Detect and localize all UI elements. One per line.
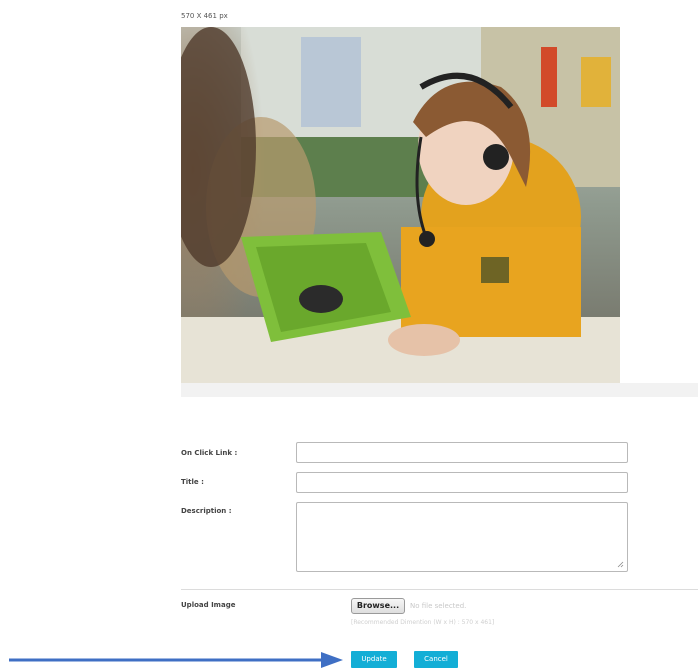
recommended-dimension-text: [Recommended Dimention (W x H) : 570 x 4… [351,619,495,626]
browse-button[interactable]: Browse... [351,598,405,614]
title-label: Title : [181,478,204,486]
resize-grip-icon[interactable] [617,561,624,568]
on-click-link-label: On Click Link : [181,449,238,457]
section-divider [181,589,698,590]
cancel-button[interactable]: Cancel [414,651,458,668]
upload-image-label: Upload Image [181,601,236,609]
description-textarea[interactable] [296,502,628,572]
update-button[interactable]: Update [351,651,397,668]
title-input[interactable] [296,472,628,493]
on-click-link-input[interactable] [296,442,628,463]
right-arrow-icon [9,652,343,668]
image-caption-band [181,383,698,397]
preview-image [181,27,620,383]
image-dimension-label: 570 X 461 px [181,12,228,20]
description-label: Description : [181,507,232,515]
no-file-selected-text: No file selected. [410,602,467,610]
